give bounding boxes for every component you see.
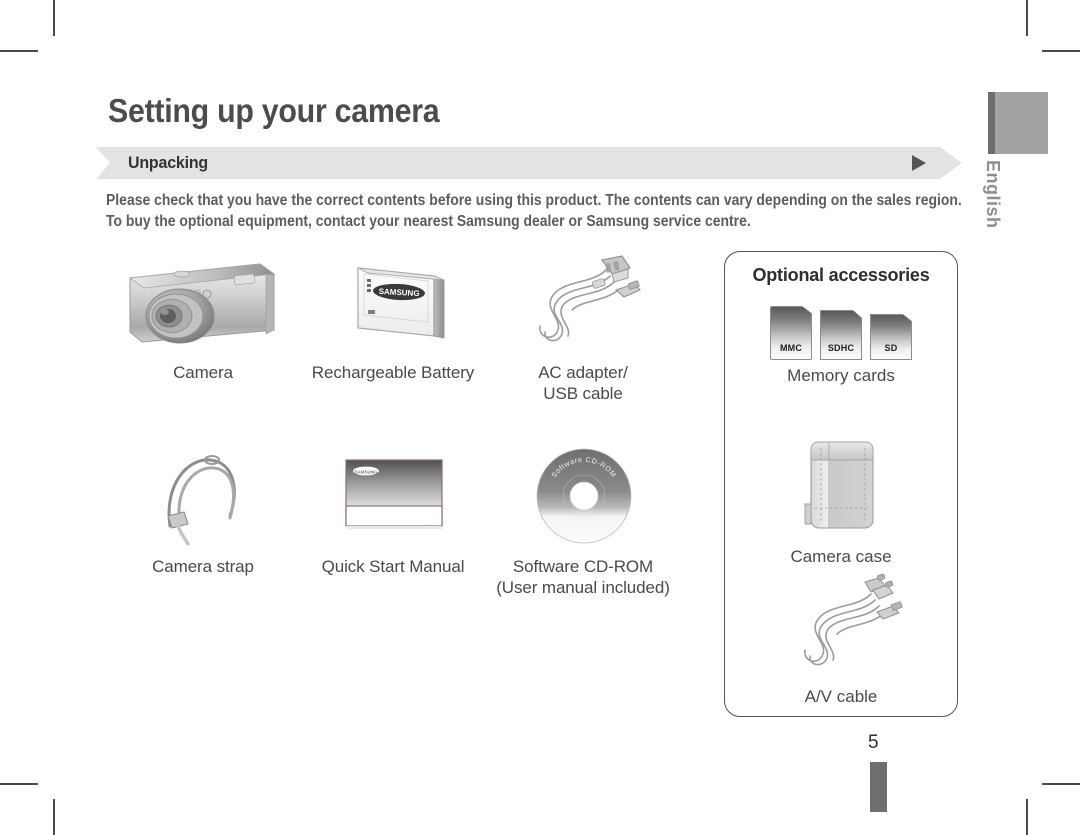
- optional-av-cable: A/V cable: [725, 572, 957, 707]
- camera-case-caption: Camera case: [790, 547, 892, 566]
- svg-text:SAMSUNG: SAMSUNG: [354, 470, 378, 475]
- section-title: Unpacking: [128, 153, 209, 172]
- item-caption: Software CD-ROM (User manual included): [496, 557, 670, 597]
- av-cable-illustration: [804, 573, 903, 666]
- page-marker-bar: [870, 762, 887, 812]
- section-banner: Unpacking: [96, 147, 962, 179]
- language-tab-block: [988, 92, 1048, 154]
- memory-cards-caption: Memory cards: [787, 366, 895, 385]
- item-camera-strap: Camera strap: [108, 440, 298, 598]
- quick-start-manual-illustration: SAMSUNG: [298, 440, 488, 552]
- memory-card-mmc: MMC: [770, 306, 812, 360]
- intro-line-2: To buy the optional equipment, contact y…: [106, 213, 751, 230]
- section-banner-shape: [96, 147, 962, 179]
- item-rechargeable-battery: SAMSUNG Rechargeable Battery: [298, 246, 488, 404]
- optional-camera-case: Camera case: [725, 432, 957, 567]
- included-items-grid: SAMSUNG: [108, 246, 708, 598]
- item-camera: SAMSUNG: [108, 246, 298, 404]
- memory-cards-row: MMC SDHC SD: [725, 304, 957, 360]
- item-caption: Camera: [173, 363, 233, 382]
- camera-strap-illustration: [108, 440, 298, 552]
- memory-card-sdhc: SDHC: [820, 310, 862, 360]
- item-caption: Quick Start Manual: [321, 557, 465, 576]
- language-tab-edge: [988, 92, 995, 154]
- optional-accessories-panel: Optional accessories MMC SDHC SD Memory …: [724, 251, 958, 717]
- item-caption: AC adapter/ USB cable: [538, 363, 628, 403]
- intro-line-1: Please check that you have the correct c…: [106, 192, 962, 209]
- memory-card-sd: SD: [870, 314, 912, 360]
- av-cable-caption: A/V cable: [804, 687, 878, 706]
- ac-adapter-usb-cable-illustration: [488, 246, 678, 358]
- memory-card-label: MMC: [779, 343, 803, 353]
- memory-card-label: SDHC: [827, 343, 855, 353]
- page-title: Setting up your camera: [108, 92, 440, 129]
- included-items-row-1: SAMSUNG: [108, 246, 708, 404]
- language-label: English: [983, 160, 1003, 229]
- item-quick-start-manual: SAMSUNG Quick Start Manual: [298, 440, 488, 598]
- battery-illustration: SAMSUNG: [298, 246, 488, 358]
- item-caption: Rechargeable Battery: [311, 363, 475, 382]
- page-number: 5: [868, 732, 879, 753]
- camera-illustration: SAMSUNG: [108, 246, 298, 358]
- manual-page: Setting up your camera Unpacking Please …: [0, 0, 1080, 835]
- item-ac-adapter-usb-cable: AC adapter/ USB cable: [488, 246, 678, 404]
- optional-memory-cards: MMC SDHC SD Memory cards: [725, 304, 957, 386]
- software-cd-rom-illustration: Software CD-ROM: [488, 440, 678, 552]
- memory-card-label: SD: [884, 343, 898, 353]
- included-items-row-2: Camera strap SAMSUNG Quick Start Manual …: [108, 440, 708, 598]
- optional-accessories-title: Optional accessories: [752, 265, 930, 285]
- item-caption: Camera strap: [152, 557, 254, 576]
- item-software-cd-rom: Software CD-ROM Software CD-ROM (User ma…: [488, 440, 678, 598]
- play-triangle-icon: [912, 155, 926, 171]
- intro-paragraph: Please check that you have the correct c…: [106, 190, 962, 232]
- camera-case-illustration: [804, 441, 874, 529]
